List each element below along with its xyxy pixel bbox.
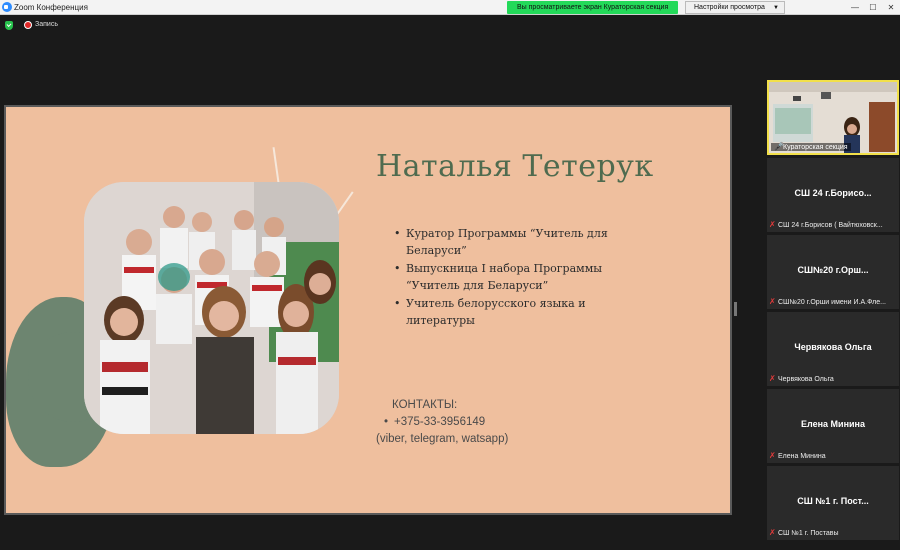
screen-share-banner: Вы просматриваете экран Кураторская секц… [507,1,679,14]
meeting-info-row: Запись [0,16,900,36]
participant-tile[interactable]: СШ№20 г.Орш... ✗ СШ№20 г.Орши имени И.А.Ф… [767,235,899,309]
participant-label: ✗ СШ 24 г.Борисов ( Вайтюховск... [769,221,897,229]
mic-muted-icon: ✗ [769,529,776,537]
participant-label-text: Червякова Ольга [778,376,834,383]
active-speaker-label: 🎤Кураторская секция [771,143,851,151]
active-speaker-name: Кураторская секция [783,144,848,151]
view-options-label: Настройки просмотра [694,4,765,11]
participant-label-text: СШ 24 г.Борисов ( Вайтюховск... [778,222,883,229]
participant-name: СШ №1 г. Пост... [797,496,869,506]
slide-title: Наталья Тетерук [376,149,654,184]
contact-messengers: (viber, telegram, watsapp) [376,433,509,445]
mic-muted-icon: ✗ [769,375,776,383]
bullet-item: Выпускница I набора Программы “Учитель д… [394,260,624,294]
bullet-list: Куратор Программы “Учитель для Беларуси”… [394,225,624,330]
group-photo [84,182,339,434]
bullet-item: Учитель белорусского языка и литературы [394,295,624,329]
title-bar: Zoom Конференция Вы просматриваете экран… [0,0,900,15]
close-icon[interactable]: ✕ [882,0,900,15]
participant-label-text: СШ №1 г. Поставы [778,530,839,537]
chevron-down-icon: ▼ [773,5,779,11]
shared-screen: Наталья Тетерук Куратор Программы “Учите… [4,105,732,515]
participant-name: СШ№20 г.Орш... [797,265,869,275]
maximize-icon[interactable]: ☐ [864,0,882,15]
minimize-icon[interactable]: — [846,0,864,15]
participant-name: Червякова Ольга [794,342,872,352]
participant-tile[interactable]: СШ №1 г. Пост... ✗ СШ №1 г. Поставы [767,466,899,540]
participant-tile[interactable]: СШ 24 г.Борисо... ✗ СШ 24 г.Борисов ( Вай… [767,158,899,232]
view-options-button[interactable]: Настройки просмотра ▼ [685,1,785,14]
microphone-icon: 🎤 [774,142,784,151]
participant-name: СШ 24 г.Борисо... [794,188,872,198]
active-speaker-tile[interactable]: 🎤Кураторская секция [767,80,899,155]
contact-phone: +375-33-3956149 [376,414,508,431]
participant-label: ✗ Червякова Ольга [769,375,897,383]
security-shield-icon[interactable] [5,21,13,30]
participant-label: ✗ Елена Минина [769,452,897,460]
window-controls: — ☐ ✕ [846,0,900,15]
contacts-heading: КОНТАКТЫ: [392,399,458,411]
recording-label: Запись [35,21,58,28]
mic-muted-icon: ✗ [769,298,776,306]
mic-muted-icon: ✗ [769,221,776,229]
mic-muted-icon: ✗ [769,452,776,460]
participant-label-text: Елена Минина [778,453,826,460]
participant-label-text: СШ№20 г.Орши имени И.А.Фле... [778,299,886,306]
participant-name: Елена Минина [801,419,865,429]
participant-tile[interactable]: Елена Минина ✗ Елена Минина [767,389,899,463]
participant-tile[interactable]: Червякова Ольга ✗ Червякова Ольга [767,312,899,386]
window-title: Zoom Конференция [14,3,88,12]
participant-label: ✗ СШ№20 г.Орши имени И.А.Фле... [769,298,897,306]
splitter-handle[interactable] [734,302,737,316]
presentation-slide: Наталья Тетерук Куратор Программы “Учите… [6,107,730,513]
participant-label: ✗ СШ №1 г. Поставы [769,529,897,537]
bullet-item: Куратор Программы “Учитель для Беларуси” [394,225,624,259]
contacts-block: КОНТАКТЫ: +375-33-3956149 (viber, telegr… [376,397,508,448]
group-photo-illustration [84,182,339,434]
recording-icon[interactable] [24,21,32,29]
zoom-logo-icon [2,2,12,12]
